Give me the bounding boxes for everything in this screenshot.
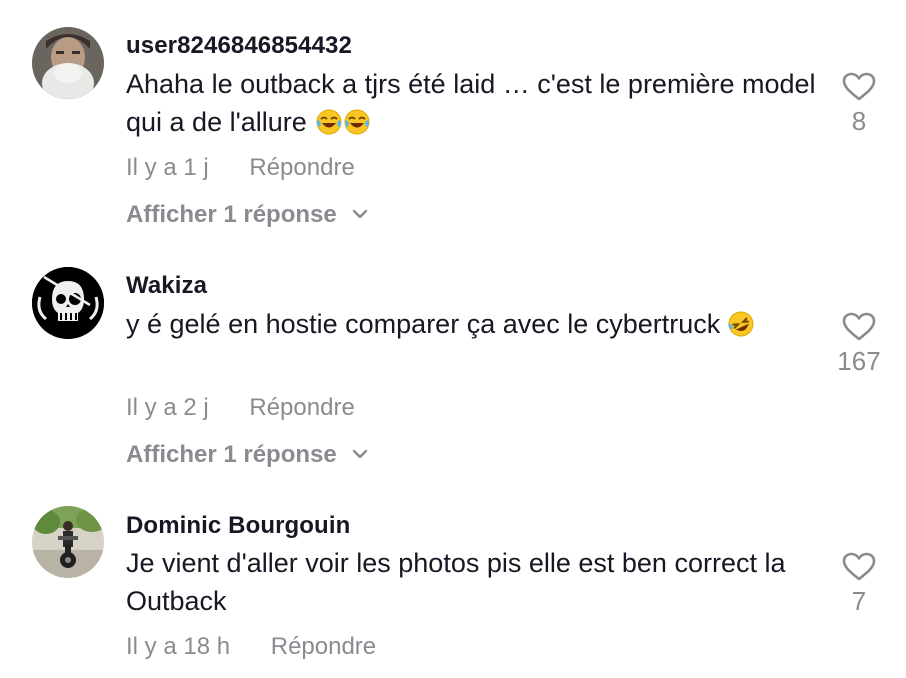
avatar[interactable]: [32, 27, 104, 99]
comment-text-body: Ahaha le outback a tjrs été laid … c'est…: [126, 69, 816, 137]
comment-text: y é gelé en hostie comparer ça avec le c…: [126, 305, 816, 343]
view-replies-label: Afficher 1 réponse: [126, 201, 337, 228]
avatar[interactable]: [32, 506, 104, 578]
heart-outline-icon[interactable]: [842, 552, 876, 582]
chevron-down-icon: [351, 208, 369, 220]
comment-item: Dominic Bourgouin Je vient d'aller voir …: [0, 480, 906, 678]
view-replies-button[interactable]: Afficher 1 réponse: [126, 201, 369, 229]
comment-meta: Il y a 2 j Répondre: [126, 394, 355, 422]
comment-username[interactable]: user8246846854432: [126, 32, 352, 60]
like-button[interactable]: 167: [830, 312, 888, 377]
comment-meta: Il y a 1 j Répondre: [126, 154, 355, 182]
comment-username[interactable]: Wakiza: [126, 272, 207, 300]
comment-text: Ahaha le outback a tjrs été laid … c'est…: [126, 65, 816, 141]
reply-button[interactable]: Répondre: [271, 633, 376, 661]
comment-text: Je vient d'aller voir les photos pis ell…: [126, 548, 786, 616]
comment-text-body: y é gelé en hostie comparer ça avec le c…: [126, 309, 721, 339]
like-count: 167: [837, 346, 881, 376]
view-replies-label: Afficher 1 réponse: [126, 441, 337, 468]
face-with-tears-of-joy-emoji: [344, 109, 370, 135]
like-count: 8: [851, 106, 867, 136]
like-button[interactable]: 8: [830, 72, 888, 137]
heart-outline-icon[interactable]: [842, 72, 876, 102]
comment-username[interactable]: Dominic Bourgouin: [126, 512, 350, 540]
rolling-on-floor-laughing-emoji: [727, 311, 754, 337]
comment-timestamp: Il y a 18 h: [126, 633, 231, 660]
like-button[interactable]: 7: [830, 552, 888, 617]
comment-item: Wakiza y é gelé en hostie comparer ça av…: [0, 240, 906, 480]
comment-timestamp: Il y a 2 j: [126, 394, 209, 421]
heart-outline-icon[interactable]: [842, 312, 876, 342]
reply-button[interactable]: Répondre: [249, 154, 354, 182]
comment-timestamp: Il y a 1 j: [126, 154, 209, 181]
avatar[interactable]: [32, 267, 104, 339]
chevron-down-icon: [351, 448, 369, 460]
view-replies-button[interactable]: Afficher 1 réponse: [126, 441, 369, 469]
like-count: 7: [851, 586, 867, 616]
face-with-tears-of-joy-emoji: [316, 109, 342, 135]
comment-meta: Il y a 18 h Répondre: [126, 633, 376, 661]
reply-button[interactable]: Répondre: [249, 394, 354, 422]
comment-item: user8246846854432 Ahaha le outback a tjr…: [0, 0, 906, 240]
